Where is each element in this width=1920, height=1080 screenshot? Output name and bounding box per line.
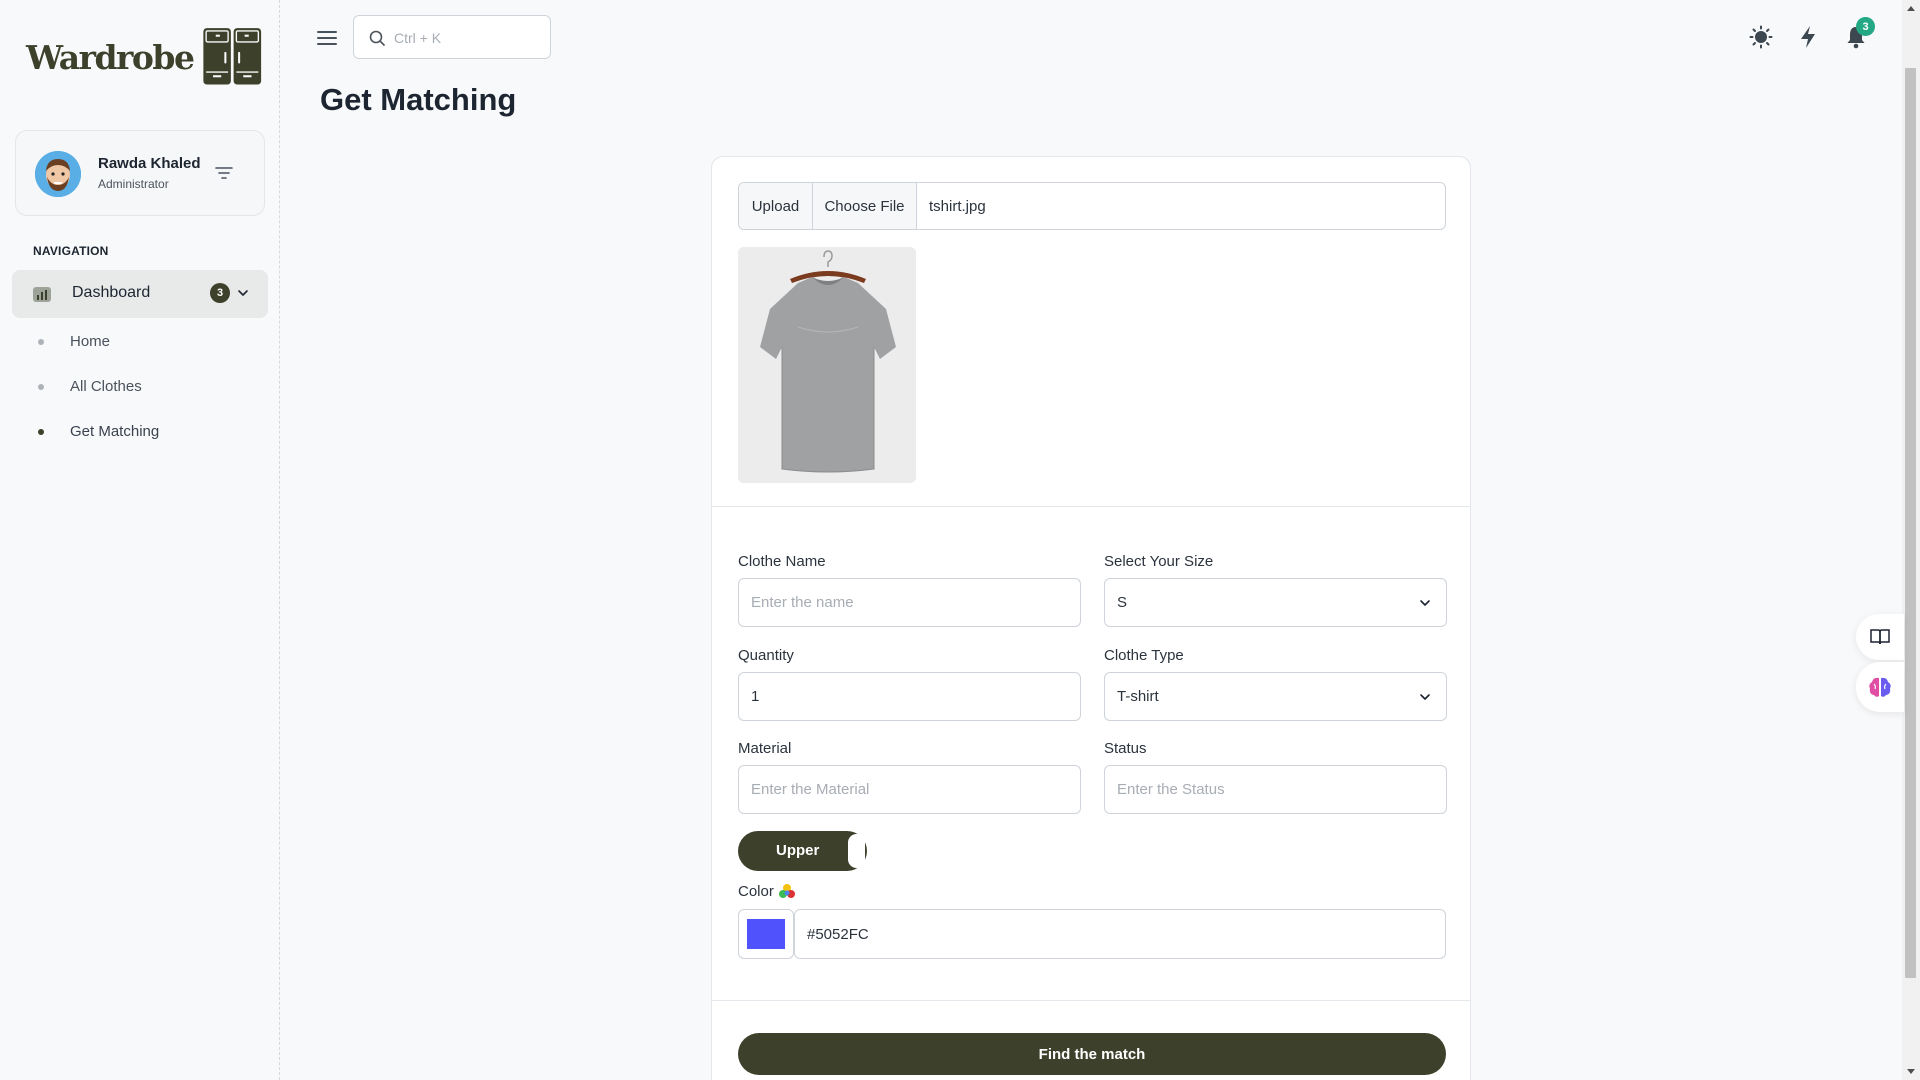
scroll-down-icon[interactable] <box>1906 1066 1916 1076</box>
sidebar: Wardrobe Rawda Khaled Administrator NAVI… <box>0 0 280 1080</box>
dashboard-icon <box>33 287 51 302</box>
brain-icon <box>1869 677 1891 697</box>
scrollbar-thumb[interactable] <box>1905 68 1916 978</box>
ai-float-button[interactable] <box>1856 662 1904 712</box>
notification-badge: 3 <box>1856 17 1875 36</box>
upload-label: Upload <box>739 183 813 229</box>
color-picker[interactable] <box>738 909 794 959</box>
color-hex-input[interactable] <box>794 909 1446 959</box>
sidebar-item-label: Home <box>70 333 111 350</box>
search-input[interactable] <box>394 26 544 50</box>
clothe-type-select-value: T-shirt <box>1117 688 1159 705</box>
chevron-down-icon[interactable] <box>236 286 250 300</box>
sidebar-item-label: All Clothes <box>70 378 142 395</box>
color-palette-icon <box>779 884 795 898</box>
section-divider <box>712 1000 1470 1001</box>
quantity-label: Quantity <box>738 647 794 664</box>
search-box[interactable] <box>353 15 551 59</box>
material-label: Material <box>738 740 792 757</box>
sidebar-item-home[interactable]: Home <box>0 325 270 359</box>
flash-button[interactable] <box>1795 24 1821 50</box>
status-label: Status <box>1104 740 1147 757</box>
bullet-icon <box>38 429 44 435</box>
scroll-up-icon[interactable] <box>1906 4 1916 14</box>
bullet-icon <box>38 384 44 390</box>
docs-float-button[interactable] <box>1856 614 1904 660</box>
sidebar-item-label: Get Matching <box>70 423 160 440</box>
menu-icon[interactable] <box>316 28 338 48</box>
dashboard-count-badge: 3 <box>210 283 230 303</box>
wardrobe-icon <box>202 28 261 85</box>
theme-toggle-button[interactable] <box>1748 24 1774 50</box>
matching-form-card: Upload Choose File tshirt.jpg Clothe Nam… <box>711 156 1471 1080</box>
filter-icon[interactable] <box>214 163 234 183</box>
user-name: Rawda Khaled <box>98 155 201 172</box>
toggle-knob <box>848 834 865 868</box>
clothe-image-preview <box>738 247 916 483</box>
upper-toggle[interactable]: Upper <box>738 831 867 871</box>
user-role: Administrator <box>98 177 169 191</box>
flash-icon <box>1801 26 1815 48</box>
sidebar-item-label: Dashboard <box>72 284 151 301</box>
sidebar-item-get-matching[interactable]: Get Matching <box>0 415 270 449</box>
sidebar-item-all-clothes[interactable]: All Clothes <box>0 370 270 404</box>
selected-file-name: tshirt.jpg <box>929 197 986 215</box>
chevron-down-icon <box>1420 694 1430 700</box>
choose-file-button[interactable]: Choose File <box>813 183 917 229</box>
size-label: Select Your Size <box>1104 553 1214 570</box>
nav-caption: NAVIGATION <box>33 244 109 258</box>
status-input[interactable] <box>1104 765 1447 814</box>
brand-logo-text: Wardrobe <box>26 37 195 77</box>
file-upload-group[interactable]: Upload Choose File tshirt.jpg <box>738 182 1446 230</box>
page-title: Get Matching <box>320 82 517 117</box>
size-select-value: S <box>1117 594 1128 611</box>
find-match-button[interactable]: Find the match <box>738 1033 1446 1075</box>
quantity-input[interactable] <box>738 672 1081 721</box>
book-icon <box>1870 629 1890 645</box>
search-icon <box>369 30 385 46</box>
color-label: Color <box>738 883 774 900</box>
avatar <box>35 151 81 197</box>
sidebar-item-dashboard[interactable]: Dashboard 3 <box>12 270 268 318</box>
user-card[interactable]: Rawda Khaled Administrator <box>15 130 265 216</box>
brand-logo[interactable]: Wardrobe <box>26 12 262 102</box>
clothe-name-input[interactable] <box>738 578 1081 627</box>
section-divider <box>712 506 1470 507</box>
clothe-type-select[interactable]: T-shirt <box>1104 672 1447 721</box>
bullet-icon <box>38 339 44 345</box>
toggle-label: Upper <box>776 842 820 859</box>
chevron-down-icon <box>1420 600 1430 606</box>
clothe-name-label: Clothe Name <box>738 553 826 570</box>
tshirt-image <box>738 247 916 483</box>
color-swatch <box>747 919 785 949</box>
size-select[interactable]: S <box>1104 578 1447 627</box>
clothe-type-label: Clothe Type <box>1104 647 1184 664</box>
material-input[interactable] <box>738 765 1081 814</box>
theme-sun-icon <box>1749 25 1773 49</box>
